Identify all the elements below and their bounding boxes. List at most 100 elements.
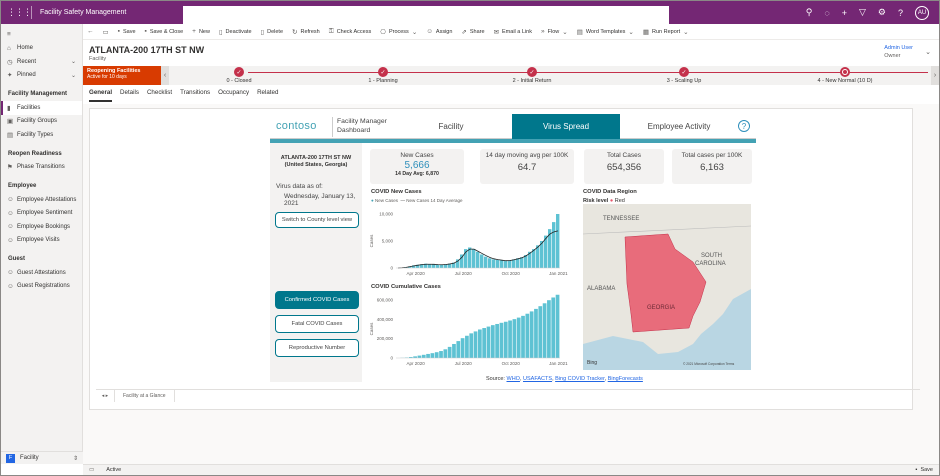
refresh-icon: ↻ <box>292 28 298 36</box>
deactivate-button[interactable]: ▯ Deactivate <box>219 28 252 36</box>
save-button[interactable]: ▪ Save <box>118 28 136 35</box>
stage-closed[interactable]: ✓ 0 - Closed <box>179 66 299 84</box>
flow-icon: » <box>540 28 545 35</box>
stage-scaling-up[interactable]: ✓ 3 - Scaling Up <box>624 66 744 84</box>
sidebar-group-title: Reopen Readiness <box>8 150 62 157</box>
share-button[interactable]: ⇗ Share <box>461 28 484 36</box>
sidebar-item-home[interactable]: ⌂ Home <box>1 42 82 56</box>
sidebar-item-guest-attestations[interactable]: ☺ Guest Attestations <box>1 266 82 280</box>
chart-bar <box>504 260 508 268</box>
map-label-georgia: GEORGIA <box>647 305 675 311</box>
gear-icon[interactable]: ⚙ <box>878 7 886 18</box>
save-icon: ▪ <box>117 28 120 35</box>
app-launcher-icon[interactable]: ⋮⋮⋮ <box>7 7 32 18</box>
source-link-bing-forecasts[interactable]: BingForecasts <box>608 376 643 382</box>
sidebar-item-phase-transitions[interactable]: ⚑ Phase Transitions <box>1 161 82 175</box>
chevron-left-icon[interactable]: ‹ <box>161 66 169 85</box>
sidebar-item-facility-types[interactable]: ▤ Facility Types <box>1 128 82 142</box>
person-icon: ☺ <box>7 282 14 290</box>
hamburger-menu[interactable]: ≡ <box>1 28 82 42</box>
trash-icon: ▯ <box>260 28 265 36</box>
chart-bar <box>552 222 556 268</box>
tab-checklist[interactable]: Checklist <box>147 89 172 102</box>
region-map[interactable]: TENNESSEE SOUTH CAROLINA ALABAMA GEORGIA… <box>583 204 751 370</box>
form-tabs: General Details Checklist Transitions Oc… <box>83 89 939 102</box>
sidebar-item-pinned[interactable]: ✦ Pinned ⌄ <box>1 69 82 83</box>
stage-initial-return[interactable]: ✓ 2 - Initial Return <box>472 66 592 84</box>
new-cases-chart[interactable]: 0 5,000 10,000 Cases Apr 2020 Jul 2020 Oct 202… <box>368 206 568 286</box>
run-report-button[interactable]: ▦ Run Report ⌄ <box>643 28 689 36</box>
switch-county-button[interactable]: Switch to County level view <box>275 212 359 228</box>
assign-button[interactable]: ☺ Assign <box>426 28 452 35</box>
source-link-who[interactable]: WHO <box>507 376 520 382</box>
tab-details[interactable]: Details <box>120 89 139 102</box>
sidebar-item-facility-groups[interactable]: ▣ Facility Groups <box>1 115 82 129</box>
check-access-button[interactable]: ⚿ Check Access <box>329 28 372 36</box>
chart-bar <box>538 306 543 358</box>
delete-button[interactable]: ▯ Delete <box>261 28 283 36</box>
chart-bar <box>520 257 524 268</box>
refresh-button[interactable]: ↻ Refresh <box>292 28 320 36</box>
chevron-down-icon: ⌄ <box>628 28 634 36</box>
sidebar-item-employee-visits[interactable]: ☺ Employee Visits <box>1 234 82 248</box>
word-templates-button[interactable]: ▤ Word Templates ⌄ <box>577 28 634 36</box>
save-close-button[interactable]: ▪ Save & Close <box>145 28 184 35</box>
tab-transitions[interactable]: Transitions <box>180 89 210 102</box>
form-icon: ▭ <box>102 28 109 36</box>
email-link-button[interactable]: ✉ Email a Link <box>494 28 532 36</box>
source-link-usafacts[interactable]: USAFACTS <box>523 376 552 382</box>
owner-name[interactable]: Admin User <box>884 45 913 51</box>
area-switcher[interactable]: F Facility ⇕ <box>1 451 83 464</box>
tab-general[interactable]: General <box>89 89 113 102</box>
lightbulb-icon[interactable]: ◌ <box>824 8 829 18</box>
chevron-down-icon[interactable]: ⌄ <box>925 48 931 56</box>
active-process[interactable]: Reopening Facilities Active for 10 days <box>83 66 161 85</box>
back-button[interactable]: ← <box>87 28 94 35</box>
popout-icon[interactable]: ▭ <box>89 467 94 473</box>
popout-button[interactable]: ▭ <box>103 28 109 36</box>
fatal-cases-button[interactable]: Fatal COVID Cases <box>275 315 359 333</box>
owner-field[interactable]: Admin User Owner <box>884 45 913 59</box>
confirmed-cases-button[interactable]: Confirmed COVID Cases <box>275 291 359 309</box>
sidebar-item-facilities[interactable]: ▮ Facilities <box>1 101 82 115</box>
chart-title: COVID New Cases <box>371 189 422 195</box>
y-tick-label: 0 <box>390 356 393 361</box>
clock-icon: ◷ <box>7 58 13 66</box>
top-bar-actions: ⚲ ◌ + ▽ ⚙ ? AU <box>806 5 929 20</box>
chevron-right-icon[interactable]: › <box>931 66 939 85</box>
sidebar-item-recent[interactable]: ◷ Recent ⌄ <box>1 55 82 69</box>
divider <box>31 6 32 19</box>
sidebar-item-guest-registrations[interactable]: ☺ Guest Registrations <box>1 280 82 294</box>
filter-icon[interactable]: ▽ <box>859 7 866 18</box>
tab-employee-activity[interactable]: Employee Activity <box>620 114 738 139</box>
avatar[interactable]: AU <box>915 5 929 20</box>
flow-button[interactable]: » Flow ⌄ <box>541 28 568 36</box>
help-icon[interactable]: ? <box>898 8 903 18</box>
chart-bar <box>426 353 430 358</box>
stage-planning[interactable]: ✓ 1 - Planning <box>323 66 443 84</box>
sidebar-item-employee-bookings[interactable]: ☺ Employee Bookings <box>1 220 82 234</box>
help-icon[interactable]: ? <box>738 120 750 132</box>
search-icon[interactable]: ⚲ <box>806 7 813 18</box>
chart-bar <box>456 341 461 358</box>
source-link-bing-tracker[interactable]: Bing COVID Tracker <box>555 376 605 382</box>
sidebar-item-employee-attestations[interactable]: ☺ Employee Attestations <box>1 193 82 207</box>
x-tick-label: Oct 2020 <box>502 271 521 276</box>
chart-bar <box>529 311 534 358</box>
app-title[interactable]: Facility Safety Management <box>40 9 126 16</box>
nav-arrows-icon[interactable]: ◂ ▸ <box>96 393 114 399</box>
tab-facility[interactable]: Facility <box>390 114 512 139</box>
tab-related[interactable]: Related <box>257 89 278 102</box>
cumulative-cases-chart[interactable]: 0 200,000 400,000 600,000 Cases Apr 2020 Jul 2… <box>368 292 568 374</box>
tab-occupancy[interactable]: Occupancy <box>218 89 249 102</box>
reproductive-number-button[interactable]: Reproductive Number <box>275 339 359 357</box>
new-button[interactable]: + New <box>192 28 210 35</box>
sidebar-item-employee-sentiment[interactable]: ☺ Employee Sentiment <box>1 207 82 221</box>
tab-virus-spread[interactable]: Virus Spread <box>512 114 620 139</box>
stage-new-normal[interactable]: 4 - New Normal (10 D) <box>785 66 905 84</box>
tab-facility-at-a-glance[interactable]: Facility at a Glance <box>114 389 175 402</box>
plus-icon[interactable]: + <box>842 8 847 18</box>
process-button[interactable]: ⎔ Process ⌄ <box>380 28 417 36</box>
status-save-button[interactable]: ▪ Save <box>916 467 934 473</box>
app-window: ⋮⋮⋮ Power Apps Facility Safety Managemen… <box>0 0 940 476</box>
